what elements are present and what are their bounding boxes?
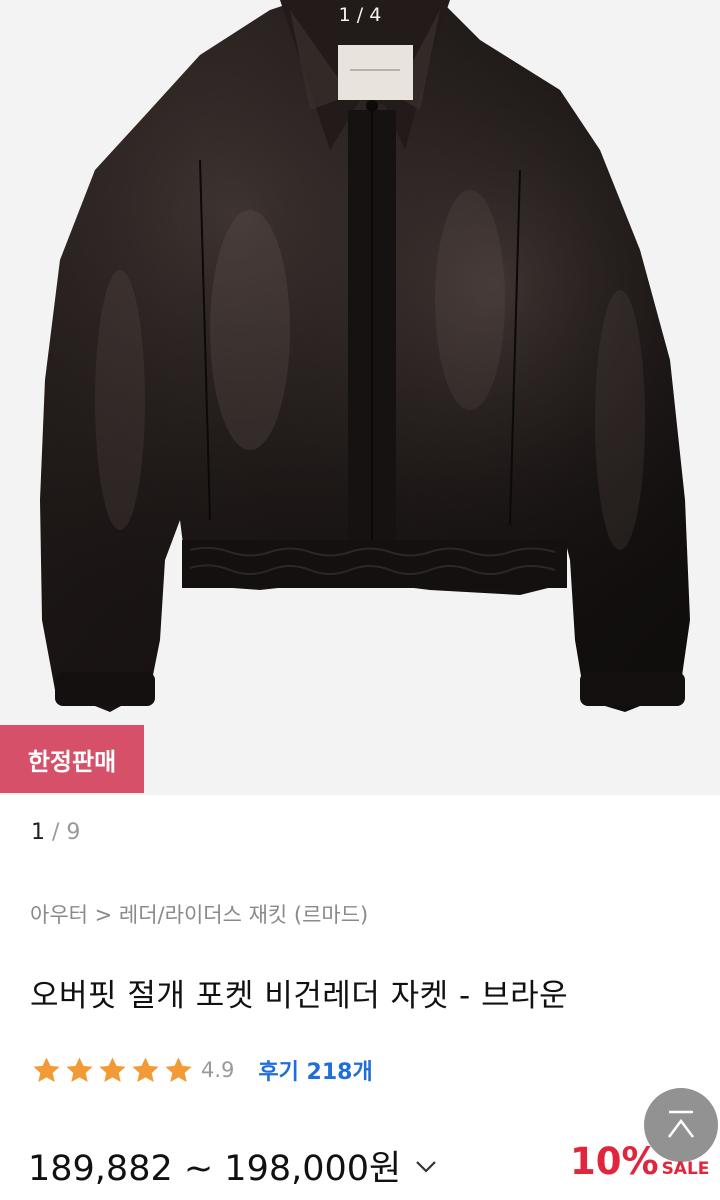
image-counter-current: 1 <box>31 820 45 845</box>
price-range-text: 189,882 ~ 198,000원 <box>28 1149 402 1189</box>
star-icon <box>33 1056 60 1082</box>
price-range[interactable]: 189,882 ~ 198,000원 <box>28 1140 441 1191</box>
image-counter: 1 / 9 <box>31 820 80 845</box>
product-title: 오버핏 절개 포켓 비건레더 자켓 - 브라운 <box>30 978 569 1014</box>
star-icon <box>99 1056 126 1082</box>
rating-stars <box>30 1054 195 1087</box>
scroll-to-top-icon <box>668 1110 694 1138</box>
rating-row: 4.9 후기 218개 <box>30 1053 373 1087</box>
limited-sale-badge: 한정판매 <box>0 725 144 793</box>
category-breadcrumb[interactable]: 아우터 > 레더/라이더스 재킷 (르마드) <box>30 899 368 929</box>
image-counter-separator: / <box>45 820 67 845</box>
star-icon <box>66 1056 93 1082</box>
star-icon <box>165 1056 192 1082</box>
gallery-page-counter: 1 / 4 <box>338 4 382 26</box>
image-counter-total: 9 <box>66 820 81 845</box>
product-photo-jacket <box>0 0 720 795</box>
product-image-gallery[interactable]: 1 / 4 <box>0 0 720 795</box>
discount-tag: 10% SALE <box>570 1140 709 1183</box>
star-icon <box>132 1056 159 1082</box>
reviews-link[interactable]: 후기 218개 <box>258 1054 372 1086</box>
discount-percent: 10% <box>570 1140 659 1183</box>
chevron-down-icon[interactable] <box>411 1151 441 1181</box>
discount-sale-label: SALE <box>661 1159 710 1179</box>
rating-value: 4.9 <box>201 1058 235 1082</box>
